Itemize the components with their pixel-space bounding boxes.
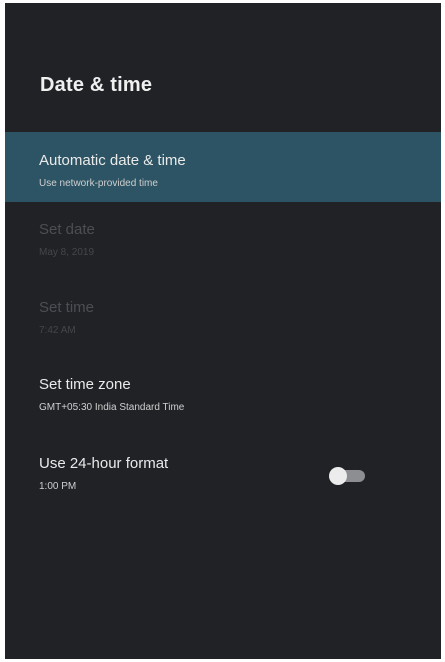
set-time-zone-label: Set time zone [39, 376, 131, 393]
page-title: Date & time [40, 74, 153, 96]
toggle-thumb [329, 467, 347, 485]
use-24-hour-format-value: 1:00 PM [39, 481, 77, 492]
automatic-date-time-item[interactable]: Automatic date & time Use network-provid… [5, 132, 441, 202]
automatic-date-time-value: Use network-provided time [39, 178, 158, 189]
set-time-zone-item[interactable]: Set time zone GMT+05:30 India Standard T… [5, 356, 441, 426]
set-date-label: Set date [39, 221, 95, 238]
use-24-hour-format-label: Use 24-hour format [39, 455, 169, 472]
set-time-item: Set time 7:42 AM [5, 279, 441, 349]
set-date-value: May 8, 2019 [39, 247, 95, 258]
24-hour-format-toggle[interactable] [329, 467, 367, 485]
use-24-hour-format-item[interactable]: Use 24-hour format 1:00 PM [5, 435, 441, 505]
date-time-settings-screen: Date & time Automatic date & time Use ne… [5, 3, 441, 659]
set-date-item: Set date May 8, 2019 [5, 201, 441, 271]
automatic-date-time-label: Automatic date & time [39, 152, 186, 169]
set-time-zone-value: GMT+05:30 India Standard Time [39, 402, 185, 413]
set-time-value: 7:42 AM [39, 325, 76, 336]
set-time-label: Set time [39, 299, 95, 316]
